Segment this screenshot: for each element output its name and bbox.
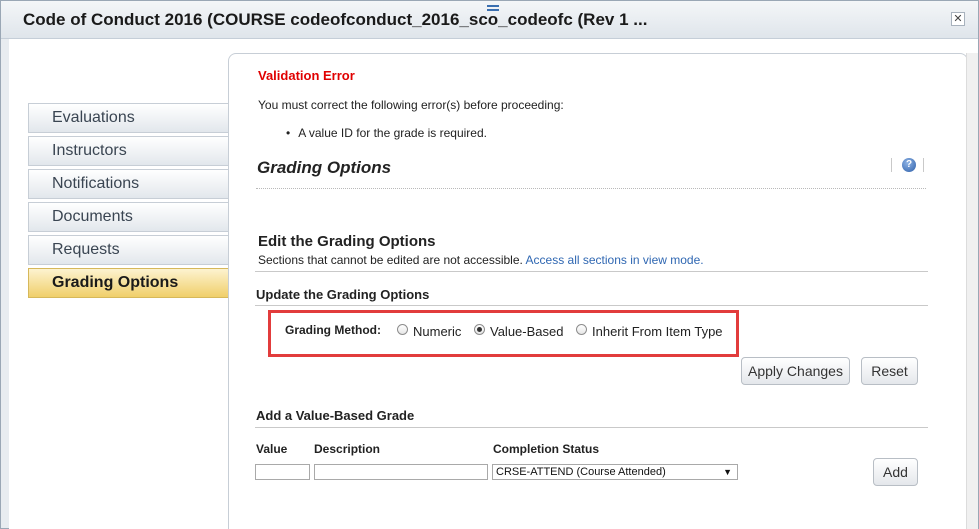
sidebar-item-notifications[interactable]: Notifications bbox=[28, 169, 228, 199]
dialog-title: Code of Conduct 2016 (COURSE codeofcondu… bbox=[23, 10, 648, 29]
divider bbox=[891, 158, 892, 172]
scrollbar[interactable] bbox=[966, 53, 978, 529]
divider bbox=[255, 271, 928, 272]
radio-inherit-label[interactable]: Inherit From Item Type bbox=[592, 324, 723, 339]
chevron-down-icon: ▼ bbox=[723, 467, 732, 477]
grading-method-label: Grading Method: bbox=[285, 323, 381, 337]
page-title: Grading Options bbox=[257, 158, 392, 177]
sidebar-item-documents[interactable]: Documents bbox=[28, 202, 228, 232]
edit-section-description: Sections that cannot be edited are not a… bbox=[258, 253, 704, 267]
dialog-titlebar[interactable]: Code of Conduct 2016 (COURSE codeofcondu… bbox=[1, 1, 978, 39]
sidebar-item-requests[interactable]: Requests bbox=[28, 235, 228, 265]
description-input[interactable] bbox=[314, 464, 488, 480]
column-header-description: Description bbox=[314, 442, 381, 456]
add-button[interactable]: Add bbox=[873, 458, 918, 486]
help-icon[interactable]: ? bbox=[902, 158, 916, 172]
sidebar-item-instructors[interactable]: Instructors bbox=[28, 136, 228, 166]
completion-status-value: CRSE-ATTEND (Course Attended) bbox=[496, 466, 666, 478]
course-dialog: Code of Conduct 2016 (COURSE codeofcondu… bbox=[0, 0, 979, 529]
radio-inherit[interactable] bbox=[576, 324, 587, 335]
radio-numeric[interactable] bbox=[397, 324, 408, 335]
value-input[interactable] bbox=[255, 464, 310, 480]
completion-status-select[interactable]: CRSE-ATTEND (Course Attended) ▼ bbox=[492, 464, 738, 480]
divider bbox=[255, 427, 928, 428]
close-icon[interactable]: ✕ bbox=[951, 12, 965, 26]
sidebar-item-evaluations[interactable]: Evaluations bbox=[28, 103, 228, 133]
view-mode-link[interactable]: Access all sections in view mode. bbox=[526, 253, 704, 267]
validation-error-item: A value ID for the grade is required. bbox=[286, 126, 487, 140]
sidebar-item-grading-options[interactable]: Grading Options bbox=[28, 268, 252, 298]
column-header-value: Value bbox=[256, 442, 288, 456]
reset-button[interactable]: Reset bbox=[861, 357, 918, 385]
divider bbox=[923, 158, 924, 172]
validation-message: You must correct the following error(s) … bbox=[258, 98, 564, 112]
edit-description-text: Sections that cannot be edited are not a… bbox=[258, 253, 523, 267]
update-section-title: Update the Grading Options bbox=[256, 287, 430, 302]
apply-changes-button[interactable]: Apply Changes bbox=[741, 357, 850, 385]
add-grade-section-title: Add a Value-Based Grade bbox=[256, 408, 415, 423]
sidebar-nav: Evaluations Instructors Notifications Do… bbox=[28, 103, 252, 301]
divider bbox=[256, 188, 926, 189]
column-header-completion-status: Completion Status bbox=[493, 442, 600, 456]
radio-value-based-label[interactable]: Value-Based bbox=[490, 324, 563, 339]
validation-title: Validation Error bbox=[258, 68, 355, 83]
radio-value-based[interactable] bbox=[474, 324, 485, 335]
edit-section-title: Edit the Grading Options bbox=[258, 233, 436, 250]
divider bbox=[255, 305, 928, 306]
radio-numeric-label[interactable]: Numeric bbox=[413, 324, 461, 339]
drag-handle-icon[interactable] bbox=[487, 5, 499, 11]
